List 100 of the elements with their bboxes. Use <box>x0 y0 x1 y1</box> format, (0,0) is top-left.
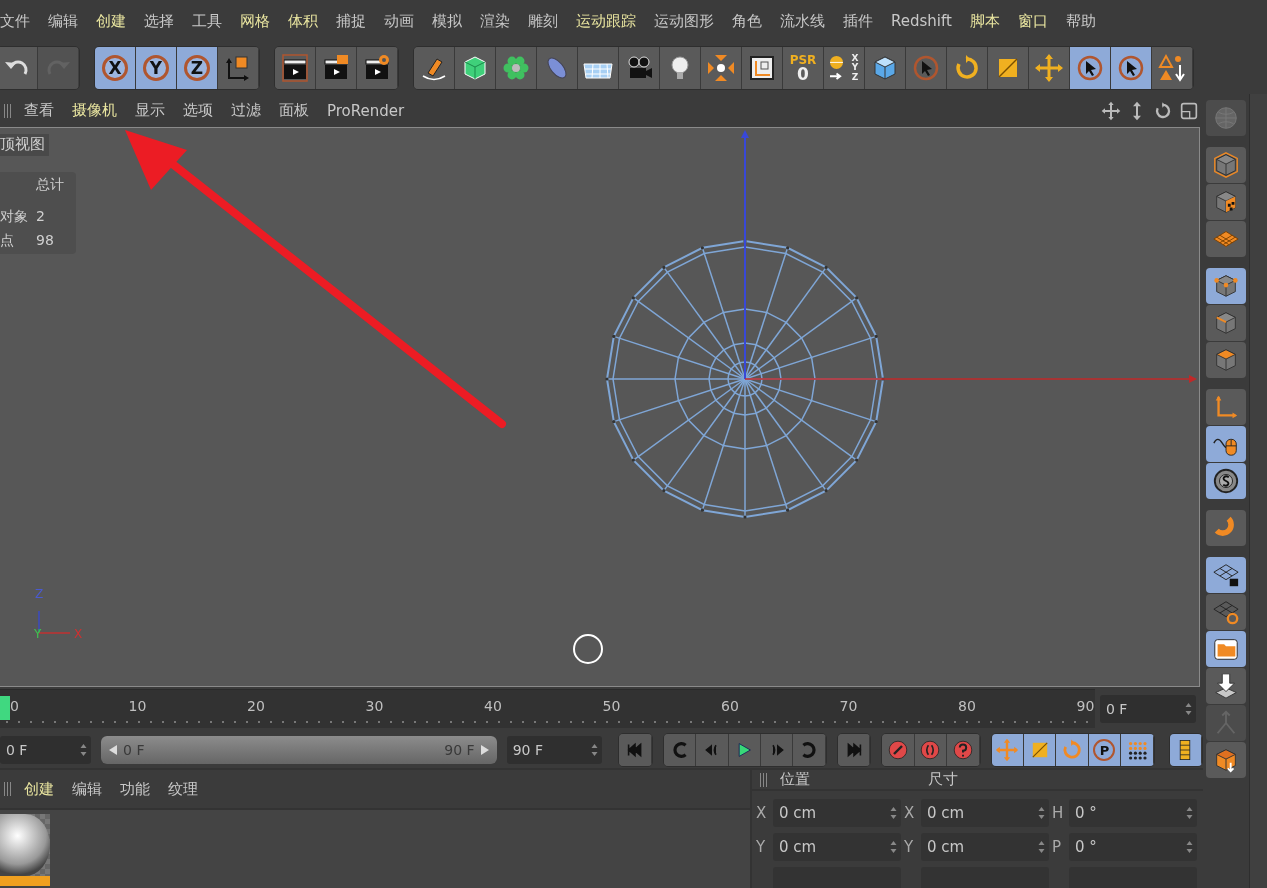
toolbar-button[interactable] <box>991 734 1024 766</box>
toolbar-button[interactable] <box>1206 463 1247 499</box>
coordinate-field[interactable]: 0 cm <box>921 799 1049 827</box>
right-arrow-icon[interactable] <box>478 744 491 756</box>
menu-item[interactable]: 功能 <box>120 779 160 799</box>
menu-item[interactable]: 过滤 <box>231 101 271 120</box>
toolbar-button[interactable] <box>218 47 259 89</box>
column-header: 位置 <box>780 770 811 789</box>
rotate-icon[interactable] <box>1153 100 1173 121</box>
end-frame-field[interactable]: 90 F <box>506 736 603 764</box>
menu-item[interactable]: 文件 <box>0 11 40 31</box>
menu-item[interactable]: 摄像机 <box>72 101 127 120</box>
toolbar-button[interactable] <box>742 47 783 89</box>
move-icon[interactable] <box>1101 100 1121 121</box>
toolbar-button[interactable] <box>1206 631 1247 667</box>
spinner-icon[interactable] <box>1186 806 1193 820</box>
grip-handle[interactable] <box>760 772 768 787</box>
spinner-icon[interactable] <box>890 806 897 820</box>
toolbar-button[interactable] <box>357 47 398 89</box>
menu-item[interactable]: 流水线 <box>780 11 835 31</box>
menu-item[interactable]: 面板 <box>279 101 319 120</box>
menu-item[interactable]: 选项 <box>183 101 223 120</box>
start-frame-field[interactable]: 0 F <box>0 736 92 764</box>
coordinate-field[interactable]: 0 cm <box>921 833 1049 861</box>
coordinate-field[interactable]: 0 cm <box>773 833 901 861</box>
toolbar-button[interactable] <box>619 47 660 89</box>
coordinate-field[interactable]: 0 cm <box>773 799 901 827</box>
menu-item[interactable]: 角色 <box>732 11 772 31</box>
current-frame-field[interactable]: 0 F <box>1100 695 1196 723</box>
menu-item[interactable]: 编辑 <box>48 11 88 31</box>
toolbar-button[interactable] <box>275 47 316 89</box>
toolbar-button[interactable]: X <box>95 47 136 89</box>
toolbar-button[interactable] <box>865 47 906 89</box>
spinner-icon[interactable] <box>1186 840 1193 854</box>
toolbar-button[interactable] <box>0 47 38 89</box>
toolbar-button[interactable] <box>1206 742 1247 778</box>
toolbar-button[interactable] <box>578 47 619 89</box>
spinner-icon[interactable] <box>80 743 88 757</box>
menu-item[interactable]: 选择 <box>144 11 184 31</box>
ball-icon <box>829 55 844 80</box>
toolbar-button[interactable] <box>316 47 357 89</box>
toolbar-button[interactable] <box>1121 734 1154 766</box>
toolbar-button[interactable]: PSR 0 <box>783 47 824 89</box>
frame-tick-label: 10 <box>128 698 147 714</box>
menu-item[interactable]: Redshift <box>891 12 962 30</box>
toolbar-button[interactable] <box>728 734 762 766</box>
menu-item[interactable]: 编辑 <box>72 779 112 799</box>
grid-lock-icon <box>1212 561 1241 589</box>
viewport[interactable]: Z Y X 顶视图 总计 对象 2 点 98 <box>0 127 1200 687</box>
spinner-icon[interactable] <box>591 743 599 757</box>
coordinate-field[interactable]: 0 ° <box>1069 833 1197 861</box>
menu-item[interactable]: 动画 <box>384 11 424 31</box>
spinner-icon[interactable] <box>1185 702 1192 716</box>
stats-value: 2 <box>36 208 46 226</box>
toolbar-button[interactable]: P <box>1088 734 1122 766</box>
toolbar-button[interactable] <box>1023 734 1057 766</box>
spinner-icon[interactable] <box>890 840 897 854</box>
move-icon <box>1034 53 1064 83</box>
toolbar-button[interactable]: Y <box>136 47 177 89</box>
toolbar-button[interactable]: Z <box>177 47 218 89</box>
menu-item[interactable]: 工具 <box>192 11 232 31</box>
toolbar-button[interactable] <box>701 47 742 89</box>
timeline-ruler[interactable]: 0 10 20 30 40 50 60 70 80 90 <box>0 689 1095 728</box>
menu-item[interactable]: 模拟 <box>432 11 472 31</box>
menu-item[interactable]: 创建 <box>24 779 64 799</box>
menu-item[interactable]: 运动跟踪 <box>576 11 646 31</box>
toolbar-button[interactable] <box>1029 47 1070 89</box>
toolbar-button[interactable]: X Y Z <box>824 47 865 89</box>
menu-item[interactable]: 查看 <box>24 101 64 120</box>
menu-item[interactable]: 体积 <box>288 11 328 31</box>
menu-item[interactable]: 渲染 <box>480 11 520 31</box>
menu-item[interactable]: 捕捉 <box>336 11 376 31</box>
maximize-icon[interactable] <box>1179 100 1199 121</box>
menu-item[interactable]: 运动图形 <box>654 11 724 31</box>
toolbar-button[interactable] <box>1169 734 1202 766</box>
toolbar-button[interactable] <box>988 47 1029 89</box>
menu-item[interactable]: 显示 <box>135 101 175 120</box>
menu-item[interactable]: 插件 <box>843 11 883 31</box>
toolbar-button[interactable] <box>1152 47 1193 89</box>
coordinate-field[interactable]: 0 ° <box>1069 799 1197 827</box>
menu-item[interactable]: 窗口 <box>1017 11 1058 31</box>
spinner-icon[interactable] <box>1038 806 1045 820</box>
menu-item[interactable]: 网格 <box>240 11 280 31</box>
left-arrow-icon[interactable] <box>107 744 120 756</box>
menu-item[interactable]: 脚本 <box>969 11 1010 31</box>
toolbar-button[interactable] <box>1206 668 1247 704</box>
toolbar-button[interactable] <box>455 47 496 89</box>
toolbar-button[interactable] <box>660 47 701 89</box>
menu-item[interactable]: 创建 <box>96 11 136 31</box>
toolbar-button[interactable] <box>1206 557 1247 593</box>
toolbar-button[interactable] <box>947 47 988 89</box>
menu-item[interactable]: 帮助 <box>1065 11 1106 31</box>
material-thumbnail[interactable] <box>0 814 50 886</box>
spinner-icon[interactable] <box>1038 840 1045 854</box>
menu-item[interactable]: 纹理 <box>168 779 208 799</box>
menu-item[interactable]: ProRender <box>327 101 415 120</box>
toolbar-button[interactable] <box>1111 47 1152 89</box>
toolbar-button[interactable] <box>496 47 537 89</box>
menu-item[interactable]: 雕刻 <box>528 11 568 31</box>
toolbar-button[interactable] <box>1070 47 1111 89</box>
